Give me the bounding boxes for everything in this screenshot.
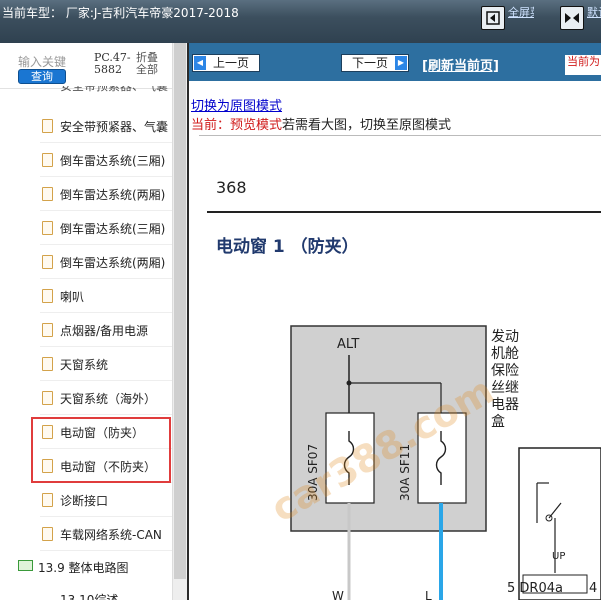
connector-label: 5 DR04a [507, 581, 563, 596]
document-icon [42, 323, 53, 337]
scrollbar-thumb[interactable] [174, 43, 186, 579]
tree-item-label: 安全带预紧器、气囊 [60, 120, 169, 134]
status-prefix: 当前：预览模式 [191, 118, 283, 133]
document-icon [42, 119, 53, 133]
view-mode-status: 当前：预览模式若需看大图，切换至原图模式 [191, 114, 451, 133]
prev-page-label: 上一页 [212, 56, 249, 70]
tree-item-label: 天窗系统 [60, 358, 109, 372]
document-icon [42, 391, 53, 405]
tree-item[interactable]: 天窗系统（海外） [40, 382, 172, 415]
keyword-input[interactable]: 输入关键 [18, 53, 66, 70]
current-page-indicator: 当前为 [565, 55, 601, 75]
document-icon [42, 289, 53, 303]
page-number: 368 [216, 178, 247, 197]
wire-l-label: L [425, 589, 432, 600]
document-icon [42, 187, 53, 201]
tree-item-label: 诊断接口 [60, 494, 109, 508]
document-icon [42, 493, 53, 507]
tree-item-label: 点烟器/备用电源 [60, 324, 149, 338]
default-view-button[interactable] [560, 6, 584, 30]
arrow-right-icon: ▶ [395, 56, 407, 70]
tree-item[interactable]: 喇叭 [40, 280, 172, 313]
tree-item-label: 车载网络系统-CAN [60, 528, 162, 542]
tree-item[interactable]: 安全带预紧器、气囊 [40, 110, 172, 143]
tree-item[interactable]: 天窗系统 [40, 348, 172, 381]
wire-w-label: W [332, 589, 344, 600]
tree-item-partial[interactable]: 13.10综述 [40, 590, 172, 600]
tree-group-13-9[interactable]: 13.9 整体电路图 [18, 554, 178, 580]
tree-item[interactable]: 倒车雷达系统(两厢) [40, 246, 172, 279]
title-rule [207, 211, 601, 213]
tree-item-label: 倒车雷达系统(三厢) [60, 154, 166, 168]
junction-dot [346, 380, 352, 386]
up-label: UP [552, 551, 565, 562]
tree-item-label: 13.10综述 [60, 593, 119, 600]
search-area: 输入关键 查询 PC.47-5882 折叠全部 [0, 43, 188, 89]
fuse-box-label: 发动 机舱 保险 丝继 电器 盒 [491, 329, 523, 430]
folder-icon [18, 560, 33, 571]
split-view-icon [565, 13, 579, 23]
pc-code: PC.47-5882 [94, 51, 131, 76]
tree-item-label: 安全带预紧器、气囊 [60, 86, 169, 93]
document-icon [42, 221, 53, 235]
status-suffix: 若需看大图，切换至原图模式 [282, 118, 452, 133]
tree-group-label: 13.9 整体电路图 [38, 561, 129, 575]
next-page-label: 下一页 [351, 56, 388, 70]
connector2-label: 4 [589, 581, 597, 596]
fullscreen-icon [486, 11, 500, 25]
content-pane: ◀ 上一页 下一页 ▶ [刷新当前页] 当前为 切换为原图模式 当前：预览模式若… [189, 43, 601, 600]
fullscreen-button[interactable] [481, 6, 505, 30]
sidebar: 输入关键 查询 PC.47-5882 折叠全部 安全带预紧器、气囊 安全带预紧器… [0, 43, 188, 600]
highlight-box [31, 417, 171, 483]
prev-page-button[interactable]: ◀ 上一页 [192, 54, 260, 72]
query-button[interactable]: 查询 [18, 69, 66, 84]
diagram-title: 电动窗 1 （防夹） [216, 237, 359, 257]
default-view-label[interactable]: 默认视 [587, 6, 601, 19]
collapse-all-button[interactable]: 折叠全部 [136, 52, 162, 76]
document-icon [42, 153, 53, 167]
switch-original-mode-link[interactable]: 切换为原图模式 [191, 95, 282, 114]
tree-item[interactable]: 诊断接口 [40, 484, 172, 517]
fullscreen-menu-label[interactable]: 全屏菜单 [508, 6, 534, 19]
tree-item-label: 喇叭 [60, 290, 85, 304]
tree-item[interactable]: 点烟器/备用电源 [40, 314, 172, 347]
current-car-model: 当前车型： 厂家:J-吉利汽车帝豪2017-2018 [2, 6, 239, 20]
tree-item-label: 倒车雷达系统(三厢) [60, 222, 166, 236]
page-nav-bar: ◀ 上一页 下一页 ▶ [刷新当前页] 当前为 [189, 43, 601, 81]
tree-item-partial[interactable]: 安全带预紧器、气囊 [40, 86, 172, 96]
tree-item-label: 倒车雷达系统(两厢) [60, 188, 166, 202]
divider [199, 135, 601, 136]
wiring-diagram[interactable]: ALT 30A SF07 30A SF11 W L 发动 机舱 保险 丝继 电器… [189, 313, 601, 600]
next-page-button[interactable]: 下一页 ▶ [341, 54, 409, 72]
document-icon [42, 357, 53, 371]
refresh-page-link[interactable]: [刷新当前页] [422, 55, 499, 74]
top-bar: 当前车型： 厂家:J-吉利汽车帝豪2017-2018 全屏菜单 默认视 [0, 0, 601, 43]
document-icon [42, 255, 53, 269]
document-icon [42, 527, 53, 541]
arrow-left-icon: ◀ [194, 56, 206, 70]
tree-item-label: 倒车雷达系统(两厢) [60, 256, 166, 270]
tree-item[interactable]: 倒车雷达系统(三厢) [40, 212, 172, 245]
tree-item-label: 天窗系统（海外） [60, 392, 157, 406]
alt-label: ALT [337, 337, 359, 352]
tree-item[interactable]: 车载网络系统-CAN [40, 518, 172, 551]
tree-item[interactable]: 倒车雷达系统(两厢) [40, 178, 172, 211]
tree-item[interactable]: 倒车雷达系统(三厢) [40, 144, 172, 177]
